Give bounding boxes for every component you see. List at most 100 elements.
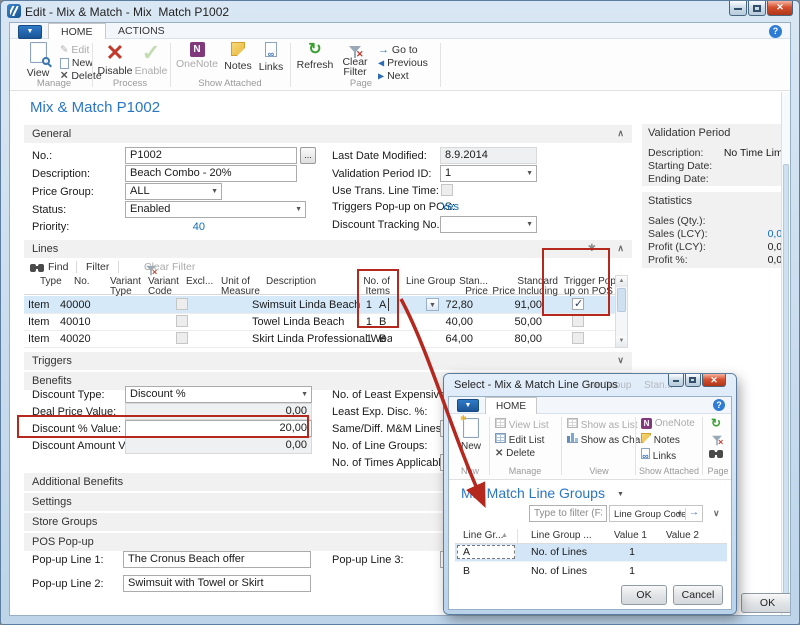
dialog-close-button[interactable]: [702, 374, 726, 387]
dialog-application-menu-button[interactable]: [457, 399, 479, 412]
dialog-minimize-button[interactable]: [668, 374, 684, 387]
dialog-maximize-button[interactable]: [685, 374, 701, 387]
popup-line2-field[interactable]: Swimsuit with Towel or Skirt: [123, 575, 311, 592]
main-ok-button[interactable]: OK: [741, 593, 791, 613]
col-value1[interactable]: Value 1: [595, 530, 647, 541]
dialog-links-button[interactable]: Links: [641, 448, 676, 460]
fasttab-lines[interactable]: Lines ✱ ∧: [24, 240, 632, 258]
cell-type[interactable]: Item: [28, 299, 64, 311]
tab-actions[interactable]: ACTIONS: [106, 23, 177, 39]
window-scrollbar[interactable]: [781, 92, 790, 615]
col-no[interactable]: No.: [74, 277, 110, 287]
links-button[interactable]: Links: [256, 42, 286, 73]
notes-button[interactable]: Notes: [222, 42, 254, 72]
price-group-dropdown[interactable]: ALL▼: [125, 183, 222, 200]
dialog-help-icon[interactable]: [713, 399, 725, 411]
page-title-dropdown-icon[interactable]: ▼: [617, 491, 624, 498]
col-exclude[interactable]: Excl...: [186, 277, 220, 287]
col-variant-type[interactable]: Variant Type: [110, 277, 146, 297]
cell-price-incl-vat[interactable]: 80,00: [488, 333, 542, 345]
minimize-button[interactable]: [729, 1, 747, 16]
filter-button[interactable]: Filter: [86, 261, 109, 273]
filter-column-selector[interactable]: Line Group Code ▼ →: [609, 505, 703, 522]
collapse-icon[interactable]: ∧: [617, 243, 624, 254]
cell-code[interactable]: B: [463, 565, 470, 577]
apply-filter-icon[interactable]: →: [689, 507, 699, 518]
collapse-icon[interactable]: ∧: [617, 128, 624, 139]
scroll-down-icon[interactable]: ▼: [616, 336, 627, 347]
col-value2[interactable]: Value 2: [647, 530, 699, 541]
popup-line1-field[interactable]: The Cronus Beach offer: [123, 551, 311, 568]
cell-exclude-checkbox[interactable]: [176, 315, 188, 327]
cell-group[interactable]: No. of Lines: [531, 565, 587, 577]
factbox-header[interactable]: Validation Period: [648, 127, 730, 139]
cell-price-incl-vat[interactable]: 91,00: [488, 299, 542, 311]
discount-type-dropdown[interactable]: Discount %▼: [125, 386, 312, 403]
cell-trigger-popup-checkbox[interactable]: [572, 332, 584, 344]
maximize-button[interactable]: [748, 1, 766, 16]
lines-grid-scrollbar[interactable]: ▲ ▼: [615, 275, 628, 348]
disable-button[interactable]: ✕ Disable: [96, 42, 134, 77]
use-trans-checkbox[interactable]: [441, 184, 453, 196]
description-field[interactable]: Beach Combo - 20%: [125, 165, 297, 182]
col-type[interactable]: Type: [40, 277, 74, 287]
triggers-popup-value[interactable]: Yes: [441, 201, 459, 213]
chevron-down-icon[interactable]: ▼: [301, 391, 308, 398]
dialog-find-button[interactable]: [709, 450, 723, 462]
col-description[interactable]: Description: [266, 277, 346, 287]
cell-items-needed[interactable]: 1: [340, 333, 372, 345]
tab-home[interactable]: HOME: [48, 23, 106, 39]
no-field[interactable]: P1002: [125, 147, 297, 164]
cell-no[interactable]: 40010: [60, 316, 110, 328]
dialog-clear-filter-button[interactable]: ✕: [711, 434, 723, 446]
dialog-new-button[interactable]: ✱ New: [457, 418, 485, 452]
cell-code[interactable]: A: [463, 546, 470, 558]
col-standard-price[interactable]: Stan... Price: [450, 277, 488, 297]
status-dropdown[interactable]: Enabled▼: [125, 201, 306, 218]
dialog-tab-home[interactable]: HOME: [485, 397, 537, 414]
refresh-button[interactable]: ↻ Refresh: [294, 42, 336, 71]
cell-group[interactable]: No. of Lines: [531, 546, 587, 558]
col-line-group-code[interactable]: Line Gr...: [463, 530, 504, 541]
dialog-edit-list-button[interactable]: Edit List: [495, 433, 544, 445]
expand-icon[interactable]: ∨: [617, 355, 624, 366]
col-unit-of-measure[interactable]: Unit of Measure: [221, 277, 261, 297]
cell-value1[interactable]: 1: [595, 565, 635, 577]
fasttab-general[interactable]: General ∧: [24, 125, 632, 143]
cell-no[interactable]: 40000: [60, 299, 110, 311]
chevron-down-icon[interactable]: ▼: [295, 206, 302, 213]
scroll-up-icon[interactable]: ▲: [616, 276, 627, 287]
application-menu-button[interactable]: [18, 25, 42, 39]
cell-value1[interactable]: 1: [595, 546, 635, 558]
cell-price[interactable]: 72,80: [434, 299, 473, 311]
cell-no[interactable]: 40020: [60, 333, 110, 345]
chevron-down-icon[interactable]: ▼: [211, 188, 218, 195]
previous-button[interactable]: ◀ Previous: [378, 57, 428, 69]
factbox-header[interactable]: Statistics: [648, 195, 692, 207]
cell-price-incl-vat[interactable]: 50,00: [488, 316, 542, 328]
dialog-row-selected[interactable]: A No. of Lines 1: [455, 544, 727, 561]
help-icon[interactable]: [769, 25, 782, 38]
view-button[interactable]: View: [20, 42, 56, 79]
priority-value[interactable]: 40: [125, 221, 205, 233]
cell-type[interactable]: Item: [28, 316, 64, 328]
dialog-row[interactable]: B No. of Lines 1: [455, 561, 727, 578]
dialog-ok-button[interactable]: OK: [621, 585, 667, 605]
scrollbar-thumb[interactable]: [783, 164, 789, 611]
validation-period-id-dropdown[interactable]: 1▼: [440, 165, 537, 182]
filter-input[interactable]: [529, 505, 607, 522]
chevron-down-icon[interactable]: ▼: [676, 511, 683, 518]
dialog-refresh-button[interactable]: ↻: [711, 417, 721, 429]
cell-type[interactable]: Item: [28, 333, 64, 345]
assist-edit-button[interactable]: ...: [300, 147, 316, 164]
chevron-down-icon[interactable]: ▼: [526, 170, 533, 177]
goto-button[interactable]: → Go to: [378, 44, 418, 56]
new-button[interactable]: New: [60, 57, 93, 69]
dialog-cancel-button[interactable]: Cancel: [673, 585, 723, 605]
dialog-notes-button[interactable]: Notes: [641, 433, 680, 445]
fasttab-triggers[interactable]: Triggers ∨: [24, 352, 632, 370]
clear-filter-button[interactable]: ✕ Clear Filter: [338, 42, 372, 77]
cell-trigger-popup-checkbox[interactable]: [572, 315, 584, 327]
cell-exclude-checkbox[interactable]: [176, 298, 188, 310]
find-button[interactable]: Find: [48, 261, 68, 273]
